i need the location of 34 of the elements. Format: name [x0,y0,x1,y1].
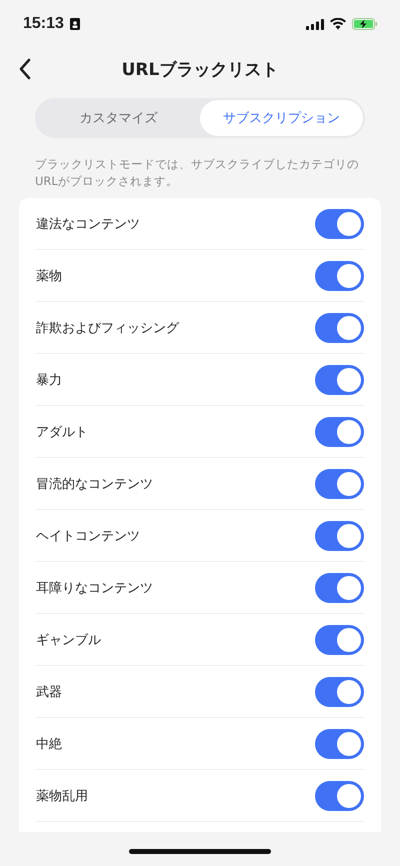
category-label: ヘイトコンテンツ [36,528,140,544]
id-card-icon [70,18,80,30]
category-label: 暴力 [36,372,62,388]
category-label: アダルト [36,424,88,440]
page-title: URLブラックリスト [122,58,278,80]
category-label: 中絶 [36,736,62,752]
tab[interactable]: サブスクリプション [200,100,363,136]
category-label: 詐欺およびフィッシング [36,320,179,336]
toggle-switch[interactable] [315,624,364,654]
category-label: ギャンブル [36,632,101,648]
toggle-switch[interactable] [315,260,364,290]
toggle-switch[interactable] [315,728,364,758]
back-icon[interactable] [18,58,32,80]
toggle-switch[interactable] [315,676,364,706]
toggle-switch[interactable] [315,520,364,550]
category-label: 冒涜的なコンテンツ [36,476,153,492]
tab[interactable]: カスタマイズ [37,100,200,136]
category-label: 耳障りなコンテンツ [36,580,153,596]
toggle-switch[interactable] [315,416,364,446]
category-label: 薬物 [36,268,62,284]
toggle-switch[interactable] [315,312,364,342]
category-label: 武器 [36,684,62,700]
status-time: 15:13 [23,15,64,33]
category-label: 薬物乱用 [36,788,88,804]
battery-icon [352,18,378,30]
toggle-switch[interactable] [315,208,364,238]
description-text: ブラックリストモードでは、サブスクライブしたカテゴリのURLがブロックされます。 [35,156,360,190]
toggle-switch[interactable] [315,572,364,602]
wifi-icon [330,18,346,30]
toggle-switch[interactable] [315,468,364,498]
category-label: 違法なコンテンツ [36,216,140,232]
toggle-switch[interactable] [315,780,364,810]
toggle-switch[interactable] [315,364,364,394]
signal-icon [306,18,324,30]
